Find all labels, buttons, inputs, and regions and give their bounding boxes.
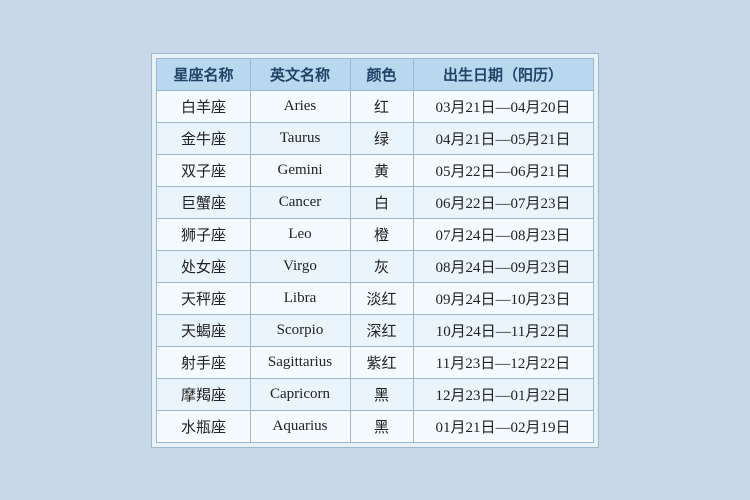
cell-english: Scorpio [250, 314, 350, 346]
cell-date: 06月22日—07月23日 [413, 186, 593, 218]
table-row: 摩羯座Capricorn黑12月23日—01月22日 [157, 378, 593, 410]
cell-date: 11月23日—12月22日 [413, 346, 593, 378]
table-row: 狮子座Leo橙07月24日—08月23日 [157, 218, 593, 250]
cell-english: Aquarius [250, 410, 350, 442]
cell-chinese: 白羊座 [157, 90, 250, 122]
cell-color: 橙 [350, 218, 413, 250]
table-row: 射手座Sagittarius紫红11月23日—12月22日 [157, 346, 593, 378]
zodiac-table-container: 星座名称 英文名称 颜色 出生日期（阳历） 白羊座Aries红03月21日—04… [151, 53, 598, 448]
cell-english: Libra [250, 282, 350, 314]
table-row: 天秤座Libra淡红09月24日—10月23日 [157, 282, 593, 314]
cell-chinese: 摩羯座 [157, 378, 250, 410]
cell-color: 淡红 [350, 282, 413, 314]
cell-chinese: 水瓶座 [157, 410, 250, 442]
cell-color: 黄 [350, 154, 413, 186]
cell-date: 08月24日—09月23日 [413, 250, 593, 282]
table-row: 双子座Gemini黄05月22日—06月21日 [157, 154, 593, 186]
cell-date: 10月24日—11月22日 [413, 314, 593, 346]
table-row: 金牛座Taurus绿04月21日—05月21日 [157, 122, 593, 154]
cell-chinese: 双子座 [157, 154, 250, 186]
cell-english: Virgo [250, 250, 350, 282]
cell-color: 绿 [350, 122, 413, 154]
header-color: 颜色 [350, 58, 413, 90]
cell-date: 07月24日—08月23日 [413, 218, 593, 250]
cell-date: 04月21日—05月21日 [413, 122, 593, 154]
table-row: 白羊座Aries红03月21日—04月20日 [157, 90, 593, 122]
zodiac-table: 星座名称 英文名称 颜色 出生日期（阳历） 白羊座Aries红03月21日—04… [156, 58, 593, 443]
cell-date: 12月23日—01月22日 [413, 378, 593, 410]
cell-color: 红 [350, 90, 413, 122]
cell-chinese: 金牛座 [157, 122, 250, 154]
cell-english: Leo [250, 218, 350, 250]
cell-color: 紫红 [350, 346, 413, 378]
cell-english: Gemini [250, 154, 350, 186]
cell-english: Capricorn [250, 378, 350, 410]
table-row: 天蝎座Scorpio深红10月24日—11月22日 [157, 314, 593, 346]
cell-english: Sagittarius [250, 346, 350, 378]
cell-date: 03月21日—04月20日 [413, 90, 593, 122]
table-row: 巨蟹座Cancer白06月22日—07月23日 [157, 186, 593, 218]
cell-english: Cancer [250, 186, 350, 218]
cell-english: Aries [250, 90, 350, 122]
table-body: 白羊座Aries红03月21日—04月20日金牛座Taurus绿04月21日—0… [157, 90, 593, 442]
cell-chinese: 狮子座 [157, 218, 250, 250]
header-date: 出生日期（阳历） [413, 58, 593, 90]
cell-date: 05月22日—06月21日 [413, 154, 593, 186]
cell-english: Taurus [250, 122, 350, 154]
cell-color: 黑 [350, 378, 413, 410]
cell-color: 灰 [350, 250, 413, 282]
cell-color: 黑 [350, 410, 413, 442]
header-chinese: 星座名称 [157, 58, 250, 90]
cell-chinese: 天蝎座 [157, 314, 250, 346]
cell-chinese: 射手座 [157, 346, 250, 378]
table-header-row: 星座名称 英文名称 颜色 出生日期（阳历） [157, 58, 593, 90]
cell-color: 深红 [350, 314, 413, 346]
table-row: 处女座Virgo灰08月24日—09月23日 [157, 250, 593, 282]
cell-date: 01月21日—02月19日 [413, 410, 593, 442]
header-english: 英文名称 [250, 58, 350, 90]
cell-chinese: 处女座 [157, 250, 250, 282]
cell-chinese: 巨蟹座 [157, 186, 250, 218]
cell-chinese: 天秤座 [157, 282, 250, 314]
cell-date: 09月24日—10月23日 [413, 282, 593, 314]
table-row: 水瓶座Aquarius黑01月21日—02月19日 [157, 410, 593, 442]
cell-color: 白 [350, 186, 413, 218]
